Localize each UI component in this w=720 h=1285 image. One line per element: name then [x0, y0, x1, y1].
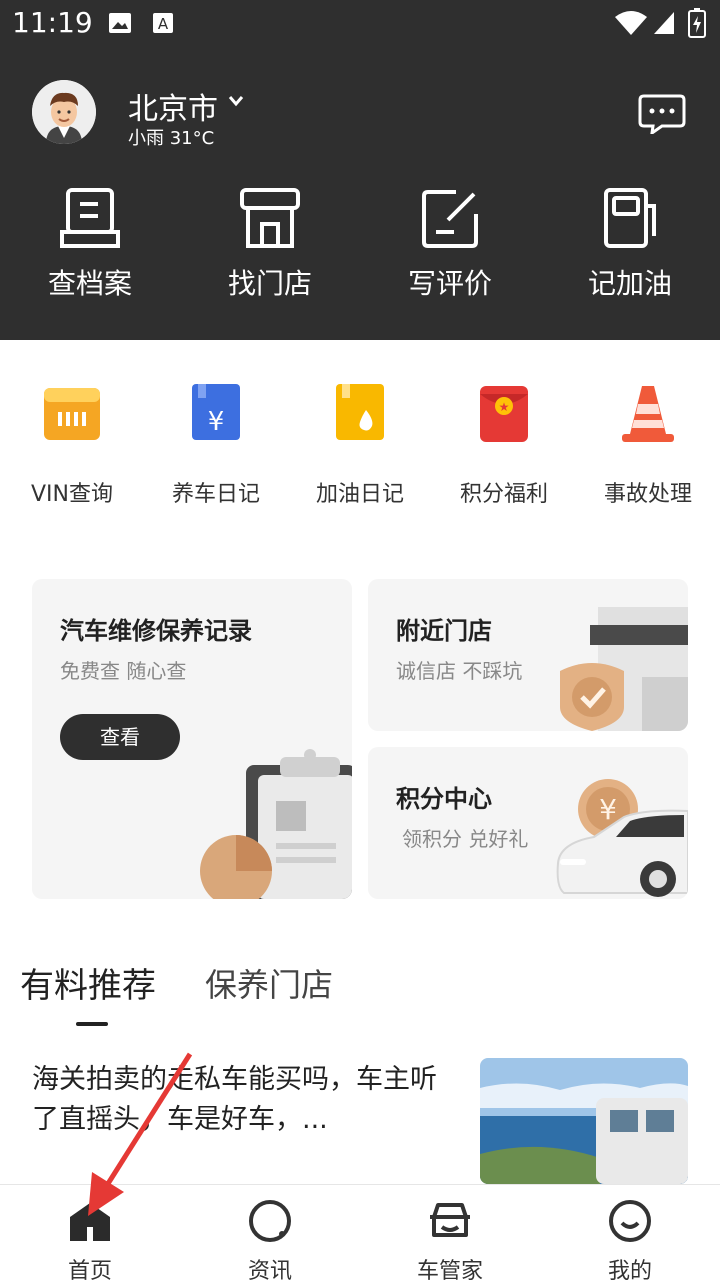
vin-icon	[44, 388, 100, 440]
message-icon[interactable]	[638, 94, 686, 134]
battery-icon	[688, 8, 706, 38]
tool-vin[interactable]: VIN查询	[12, 384, 132, 508]
svg-text:A: A	[158, 15, 169, 33]
car-butler-icon	[430, 1203, 470, 1237]
chevron-down-icon[interactable]	[228, 94, 244, 108]
quick-action-archive[interactable]: 查档案	[10, 186, 170, 302]
tool-points-welfare[interactable]: ★ 积分福利	[444, 384, 564, 508]
card-title: 汽车维修保养记录	[60, 617, 252, 645]
seaside-rv-image-icon	[480, 1058, 688, 1184]
tool-accident[interactable]: 事故处理	[588, 384, 708, 508]
card-subtitle: 诚信店 不踩坑	[396, 659, 523, 683]
image-notification-icon	[109, 13, 131, 33]
card-nearby-stores[interactable]: 附近门店 诚信店 不踩坑	[368, 579, 688, 731]
store-shield-illustration-icon	[560, 607, 688, 731]
active-tab-indicator	[76, 1022, 108, 1026]
nav-news[interactable]: 资讯	[180, 1197, 360, 1285]
quick-action-label: 写评价	[407, 267, 492, 300]
svg-text:¥: ¥	[208, 407, 225, 437]
tool-label: 加油日记	[315, 482, 404, 507]
tool-label: VIN查询	[31, 482, 113, 507]
cell-signal-icon	[654, 12, 674, 34]
nav-label: 车管家	[416, 1259, 483, 1284]
city-selector[interactable]: 北京市	[128, 84, 218, 128]
clipboard-illustration-icon	[200, 749, 352, 899]
tool-fuel-diary[interactable]: 加油日记	[300, 384, 420, 508]
document-tray-icon	[60, 188, 120, 248]
avatar[interactable]	[32, 80, 96, 144]
card-subtitle: 免费查 随心查	[60, 659, 187, 683]
quick-action-fuel[interactable]: 记加油	[550, 186, 710, 302]
status-time: 11:19	[12, 6, 93, 39]
nav-label: 我的	[607, 1259, 652, 1284]
quick-action-review[interactable]: 写评价	[370, 186, 530, 302]
quick-action-store[interactable]: 找门店	[190, 186, 350, 302]
nav-car-butler[interactable]: 车管家	[360, 1197, 540, 1285]
tab-maintenance-stores[interactable]: 保养门店	[205, 960, 333, 1006]
nav-label: 资讯	[247, 1259, 292, 1284]
card-points-center[interactable]: 积分中心 领积分 兑好礼 ¥	[368, 747, 688, 899]
tool-maintenance-diary[interactable]: ¥ 养车日记	[156, 384, 276, 508]
quick-action-label: 找门店	[227, 267, 312, 300]
news-icon	[249, 1200, 291, 1242]
tool-label: 养车日记	[171, 482, 260, 507]
wifi-icon	[615, 11, 647, 35]
profile-icon	[609, 1200, 651, 1242]
a-notification-icon: A	[153, 13, 173, 33]
storefront-icon	[240, 188, 300, 248]
quick-action-label: 查档案	[47, 267, 132, 300]
nav-profile[interactable]: 我的	[540, 1197, 720, 1285]
annotation-arrow-icon	[88, 1052, 193, 1216]
tab-recommended[interactable]: 有料推荐	[20, 958, 156, 1007]
edit-note-icon	[422, 190, 478, 248]
card-subtitle: 领积分 兑好礼	[402, 827, 529, 851]
maintenance-diary-icon: ¥	[192, 384, 240, 440]
tool-label: 积分福利	[459, 482, 548, 507]
card-title: 附近门店	[396, 617, 492, 645]
tool-label: 事故处理	[603, 482, 692, 507]
weather-text: 小雨 31°C	[128, 128, 215, 149]
card-title: 积分中心	[396, 785, 492, 813]
user-avatar-icon	[32, 80, 96, 144]
red-packet-icon: ★	[480, 386, 528, 442]
nav-label: 首页	[67, 1259, 112, 1284]
traffic-cone-icon	[622, 386, 674, 442]
article-thumbnail[interactable]	[480, 1058, 688, 1184]
status-bar: 11:19 A	[0, 0, 720, 48]
svg-text:★: ★	[499, 400, 510, 414]
fuel-pump-icon	[604, 188, 656, 248]
view-button[interactable]: 查看	[60, 714, 180, 760]
car-coin-illustration-icon: ¥	[556, 779, 688, 897]
quick-action-label: 记加油	[587, 267, 672, 300]
svg-text:¥: ¥	[599, 793, 617, 826]
fuel-diary-icon	[336, 384, 384, 440]
